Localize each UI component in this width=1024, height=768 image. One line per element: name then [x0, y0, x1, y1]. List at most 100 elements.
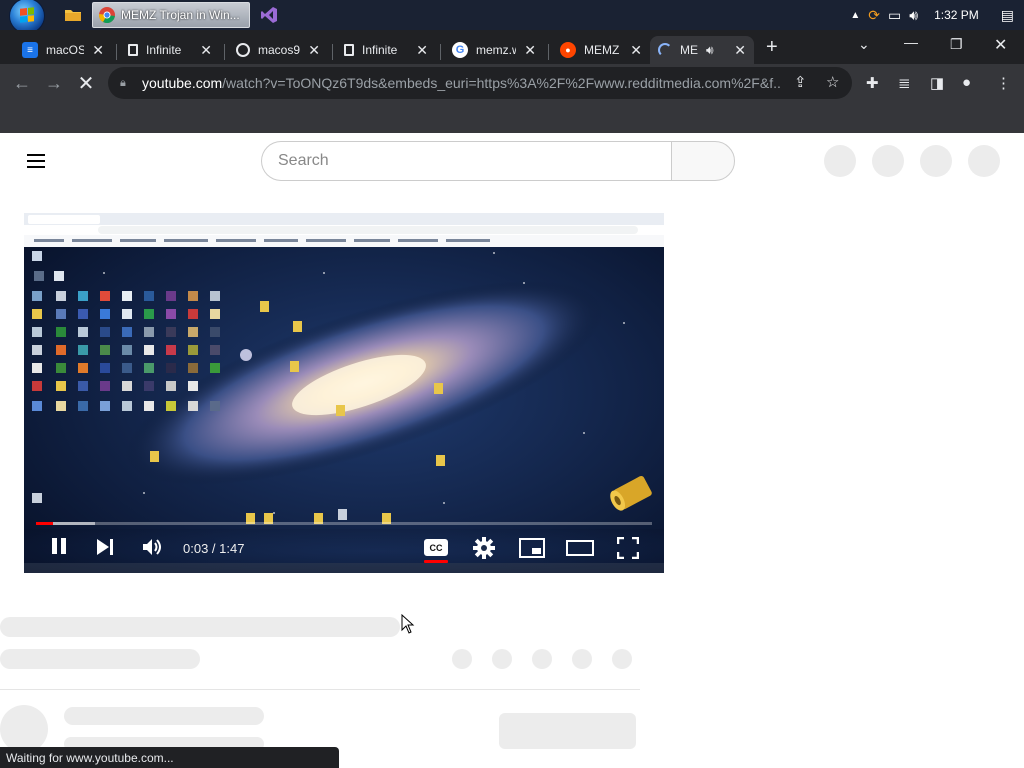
channel-skeleton [0, 649, 200, 669]
next-button[interactable] [96, 538, 114, 556]
progress-bar[interactable] [36, 522, 652, 525]
progress-played [36, 522, 54, 525]
header-icon-placeholder [920, 145, 952, 177]
youtube-header: Search [0, 133, 1024, 189]
tab-label: macos9 [258, 43, 301, 57]
search-button[interactable] [671, 141, 735, 181]
reddit-icon: ● [560, 42, 576, 58]
volume-icon[interactable]: 🔊︎ [909, 7, 918, 24]
pause-icon [52, 538, 66, 554]
close-icon[interactable]: ✕ [92, 42, 104, 59]
action-skeleton [492, 649, 512, 669]
share-icon[interactable]: ⇪ [794, 73, 807, 91]
tab-search-chevron-icon[interactable]: ⌄ [858, 36, 870, 53]
windows-flag-icon [20, 7, 34, 23]
forward-button[interactable]: → [38, 67, 70, 99]
media-queue-icon[interactable]: ≣ [898, 74, 911, 92]
monitor-icon[interactable]: ▭ [888, 7, 901, 24]
start-button[interactable] [10, 0, 44, 33]
tab-label: memz.w [476, 43, 517, 57]
page-loading-area [0, 102, 1024, 133]
video-frame [24, 213, 664, 573]
subtitles-button[interactable]: CC [424, 539, 448, 556]
mute-button[interactable] [142, 537, 164, 557]
theater-mode-icon [566, 540, 594, 556]
tab-memz-reddit[interactable]: ● MEMZ T ✕ [552, 36, 650, 64]
url-host: youtube.com [142, 75, 223, 91]
visual-studio-icon [261, 7, 277, 23]
action-skeleton [452, 649, 472, 669]
header-icon-placeholder [872, 145, 904, 177]
search-input[interactable]: Search [261, 141, 671, 181]
back-arrow-icon: ← [13, 72, 31, 93]
pause-button[interactable] [50, 537, 68, 555]
title-skeleton [0, 617, 400, 637]
bookmark-star-icon[interactable]: ☆ [826, 73, 839, 91]
system-tray: ▲ ⟳ ▭ 🔊︎ 1:32 PM ▤ [850, 0, 1024, 30]
tab-label: Infinite [146, 43, 182, 57]
extensions-puzzle-icon[interactable]: ✚ [866, 74, 879, 92]
minimize-button[interactable]: — [904, 34, 918, 50]
doc-page-icon [344, 44, 354, 56]
tray-expand-icon[interactable]: ▲ [850, 10, 860, 21]
close-icon[interactable]: ✕ [630, 42, 642, 59]
chrome-icon [99, 7, 115, 23]
close-icon[interactable]: ✕ [200, 42, 212, 59]
tab-label: macOS [46, 43, 85, 57]
close-icon[interactable]: ✕ [308, 42, 320, 59]
close-window-button[interactable]: ✕ [994, 35, 1007, 55]
file-explorer-taskbar-button[interactable] [58, 2, 88, 28]
tab-memz-youtube-active[interactable]: ME 🔊︎ ✕ [650, 36, 754, 64]
address-bar[interactable]: 🔒︎ youtube.com/watch?v=ToONQz6T9ds&embed… [108, 67, 852, 99]
active-window-title: MEMZ Trojan in Win... [121, 8, 240, 22]
tab-label: MEMZ T [584, 43, 622, 57]
action-skeleton [532, 649, 552, 669]
chrome-taskbar-button[interactable]: MEMZ Trojan in Win... [92, 2, 250, 28]
close-icon[interactable]: ✕ [416, 42, 428, 59]
menu-kebab-icon[interactable]: ⋮ [996, 74, 1011, 92]
profile-icon[interactable]: ● [962, 74, 971, 91]
search-placeholder: Search [278, 152, 329, 169]
fullscreen-button[interactable] [617, 537, 639, 559]
tab-memz-search[interactable]: G memz.w ✕ [444, 36, 544, 64]
cc-icon: CC [429, 542, 443, 553]
audio-playing-icon[interactable]: 🔊︎ [706, 43, 714, 58]
loading-spinner-icon [658, 43, 672, 57]
close-icon[interactable]: ✕ [524, 42, 536, 59]
subtitles-active-indicator [424, 560, 448, 563]
back-button[interactable]: ← [6, 67, 38, 99]
browser-status-bar: Waiting for www.youtube.com... [0, 747, 339, 768]
tab-infinite-2[interactable]: Infinite ✕ [336, 36, 436, 64]
stop-loading-button[interactable]: ✕ [70, 67, 102, 99]
video-player[interactable]: 0:03 / 1:47 CC [24, 213, 664, 573]
tab-infinite-1[interactable]: Infinite ✕ [120, 36, 220, 64]
restore-button[interactable]: ❐ [950, 36, 963, 53]
clock[interactable]: 1:32 PM [934, 8, 979, 22]
miniplayer-button[interactable] [519, 538, 545, 558]
time-display: 0:03 / 1:47 [183, 541, 245, 556]
url-path: /watch?v=ToONQz6T9ds&embeds_euri=https%3… [222, 75, 782, 91]
notifications-icon[interactable]: ▤ [1001, 7, 1014, 24]
sync-icon[interactable]: ⟳ [868, 7, 880, 24]
new-tab-button[interactable]: + [766, 36, 778, 59]
divider [0, 689, 640, 690]
volume-icon [143, 539, 161, 555]
close-icon[interactable]: ✕ [734, 42, 746, 59]
side-panel-icon[interactable]: ◨ [930, 74, 944, 92]
hamburger-menu-icon[interactable] [27, 154, 45, 168]
google-g-icon: G [452, 42, 468, 58]
windows-taskbar: MEMZ Trojan in Win... ▲ ⟳ ▭ 🔊︎ 1:32 PM ▤ [0, 0, 1024, 33]
tab-macos[interactable]: ≡ macOS ✕ [14, 36, 112, 64]
visual-studio-taskbar-button[interactable] [254, 2, 284, 28]
google-docs-icon: ≡ [22, 42, 38, 58]
lock-icon: 🔒︎ [120, 76, 126, 89]
channel-avatar-skeleton [0, 705, 48, 753]
player-controls: 0:03 / 1:47 CC [24, 529, 664, 569]
mouse-cursor-icon [401, 614, 415, 634]
chrome-tabstrip: ≡ macOS ✕ Infinite ✕ macos9 ✕ Infinite ✕… [0, 30, 1024, 64]
gear-icon [473, 537, 495, 559]
browser-toolbar: ← → ✕ 🔒︎ youtube.com/watch?v=ToONQz6T9ds… [0, 64, 1024, 102]
theater-mode-button[interactable] [566, 539, 594, 557]
settings-button[interactable] [473, 537, 495, 559]
tab-macos9[interactable]: macos9 ✕ [228, 36, 328, 64]
